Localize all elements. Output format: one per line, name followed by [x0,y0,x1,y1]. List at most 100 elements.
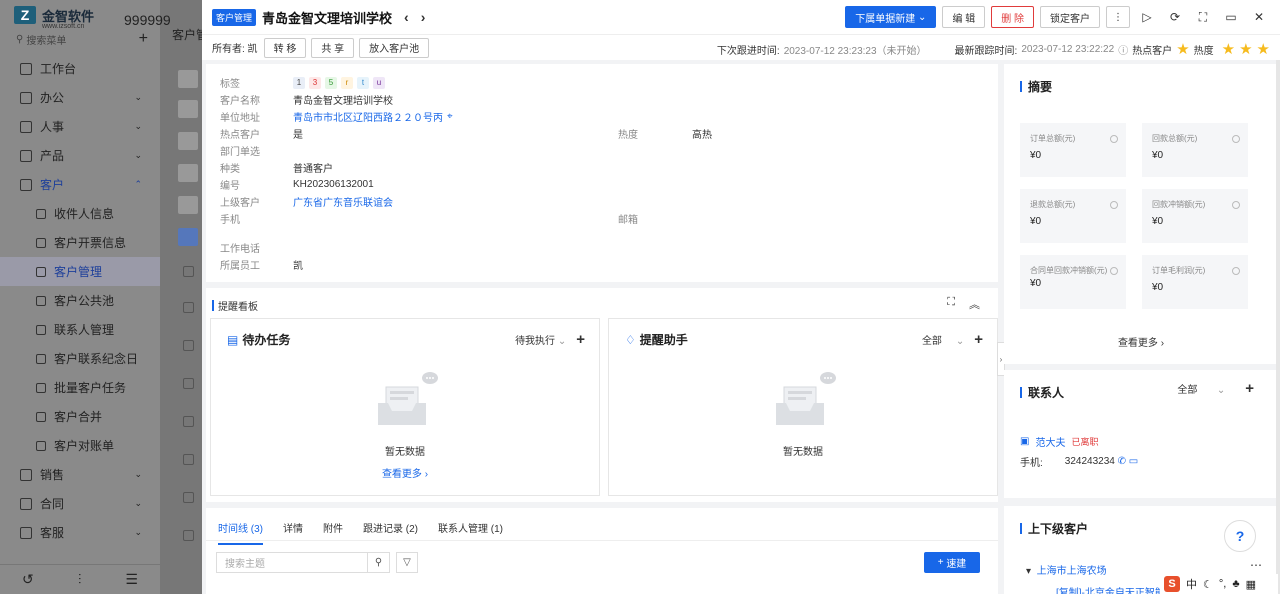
sidebar-item-batch-task[interactable]: 批量客户任务 [0,373,160,402]
shirt-icon[interactable]: ♣ [1232,578,1239,590]
minimize-icon[interactable]: ▭ [1220,6,1242,28]
add-contact-icon[interactable]: + [1245,380,1254,397]
grid-icon[interactable]: ▦ [1246,578,1256,591]
fullscreen-icon[interactable]: ⛶ [1192,6,1214,28]
next-record-icon[interactable]: › [421,9,426,25]
sidebar-item-anniversary[interactable]: 客户联系纪念日 [0,344,160,373]
menu-search-placeholder: 搜索菜单 [26,35,67,47]
todo-see-more-link[interactable]: 查看更多 › [211,465,599,480]
contact-name-link[interactable]: 范大夫 [1035,434,1065,449]
sidebar-item-customer[interactable]: 客户 ⌃ [0,170,160,199]
tab-details[interactable]: 详情 [283,520,303,545]
sidebar-item-merge[interactable]: 客户合并 [0,402,160,431]
hr-icon [20,120,32,133]
tree-item-child[interactable]: [复制]-北京金自天正智能控 [1056,584,1175,594]
tab-timeline[interactable]: 时间线 (3) [218,520,263,545]
address-link[interactable]: 青岛市市北区辽阳西路２２０号丙 [293,109,443,124]
sidebar-item-workbench[interactable]: 工作台 [0,54,160,83]
parent-customer-link[interactable]: 广东省广东音乐联谊会 [293,194,393,209]
more-icon[interactable]: ⋮ [1106,6,1130,28]
menu-item-icon [36,208,46,219]
lock-customer-button[interactable]: 锁定客户 [1040,6,1100,28]
quick-create-button[interactable]: + 速建 [924,552,980,573]
punctuation-icon[interactable]: °, [1219,578,1226,590]
field-mobile: 手机 邮箱 [220,215,638,226]
menu-search[interactable]: ⚲ 搜索菜单 + [0,30,160,48]
sogou-logo[interactable]: S [1164,576,1180,592]
add-icon[interactable]: + [139,30,148,48]
logo-name: 金智软件 [42,8,95,24]
field-hot: 热点客户是热度 高热 [220,130,712,141]
metric-payment-writeoff: 回款冲销额(元) ¥0 [1142,189,1248,243]
phone-icon[interactable]: ✆ [1118,456,1126,467]
search-icon[interactable]: ⚲ [367,552,389,573]
sidebar-item-customer-management[interactable]: 客户管理 [0,257,160,286]
caret-down-icon: ▾ [1026,566,1032,577]
sidebar-item-office[interactable]: 办公 ⌄ [0,83,160,112]
sidebar-item-product[interactable]: 产品 ⌄ [0,141,160,170]
contacts-card: 联系人 全部 ⌄ + ▣ 范大夫 已离职 手机: 324243234 ✆ ▭ [1004,370,1278,498]
tab-attachments[interactable]: 附件 [323,520,343,545]
timeline-search-input[interactable]: 搜索主题 ⚲ [216,552,390,573]
tag-chips: 135rtu [293,76,389,89]
reminder-filter-select[interactable]: 全部 ⌄ [922,332,964,347]
backdrop-filter [178,196,198,214]
collapse-up-icon[interactable]: ︽ [969,296,980,312]
filter-icon[interactable]: ▽ [396,552,418,573]
collapse-menu-icon[interactable]: ☰ [125,571,138,588]
sidebar-item-public-pool[interactable]: 客户公共池 [0,286,160,315]
ime-language[interactable]: 中 [1186,576,1197,592]
tab-contact-management[interactable]: 联系人管理 (1) [438,520,503,545]
moon-icon[interactable]: ☾ [1203,578,1213,591]
message-icon[interactable]: ▭ [1129,456,1138,467]
heat-label: 热度 [1193,45,1214,57]
close-icon[interactable]: ✕ [1248,6,1270,28]
backdrop-list: 客户管 [160,0,208,594]
help-icon[interactable]: ? [1224,520,1256,552]
summary-see-more-link[interactable]: 查看更多 › [1004,334,1278,349]
more-icon[interactable]: ⋯ [1250,558,1262,572]
add-reminder-icon[interactable]: + [974,331,983,348]
location-pin-icon[interactable]: ⌖ [447,111,453,122]
refresh-icon[interactable]: ⟳ [1164,6,1186,28]
customer-icon [20,178,32,191]
sidebar-item-statement[interactable]: 客户对账单 [0,431,160,460]
sidebar-item-hr[interactable]: 人事 ⌄ [0,112,160,141]
menu-item-icon [36,237,46,248]
contacts-title: 联系人 [1028,386,1065,400]
reminder-empty-text: 暂无数据 [783,447,823,458]
add-task-icon[interactable]: + [576,331,585,348]
transfer-button[interactable]: 转 移 [263,37,307,58]
todo-filter-select[interactable]: 待我执行 ⌄ [515,332,566,347]
new-sub-document-button[interactable]: 下属单据新建 ⌄ [845,6,937,28]
info-icon [1110,201,1118,209]
chevron-down-icon: ⌄ [134,498,142,508]
settings-sliders-icon[interactable]: ⫶ [78,571,82,588]
contact-card-icon: ▣ [1020,436,1030,447]
empty-box-icon [378,372,438,425]
chevron-down-icon: ⌄ [134,121,142,131]
tag-chip: r [341,76,353,89]
share-button[interactable]: 共 享 [311,37,355,58]
sidebar-item-invoice[interactable]: 客户开票信息 [0,228,160,257]
contacts-filter-select[interactable]: 全部 ⌄ [1177,381,1225,396]
sidebar-footer: ↺ ⫶ ☰ [0,564,160,594]
prev-record-icon[interactable]: ‹ [404,9,409,25]
sidebar-item-recipient[interactable]: 收件人信息 [0,199,160,228]
summary-title: 摘要 [1028,80,1053,94]
play-icon[interactable]: ▷ [1136,6,1158,28]
tab-follow-records[interactable]: 跟进记录 (2) [363,520,418,545]
sidebar-item-sales[interactable]: 销售 ⌄ [0,460,160,489]
backdrop-checkbox [183,454,194,465]
history-icon[interactable]: ↺ [22,571,34,588]
delete-button[interactable]: 删 除 [991,6,1034,28]
expand-icon[interactable]: ⛶ [947,296,955,312]
reminder-panel: ♢ 提醒助手 全部 ⌄ + 暂无数据 [608,318,998,496]
tree-item-parent[interactable]: ▾ 上海市上海农场 [1026,562,1107,577]
put-in-pool-button[interactable]: 放入客户池 [359,37,430,58]
edit-button[interactable]: 编 辑 [942,6,986,28]
sidebar-item-service[interactable]: 客服 ⌄ [0,518,160,547]
sidebar-item-contract[interactable]: 合同 ⌄ [0,489,160,518]
sidebar-item-contacts[interactable]: 联系人管理 [0,315,160,344]
scrollbar[interactable] [1276,60,1280,594]
